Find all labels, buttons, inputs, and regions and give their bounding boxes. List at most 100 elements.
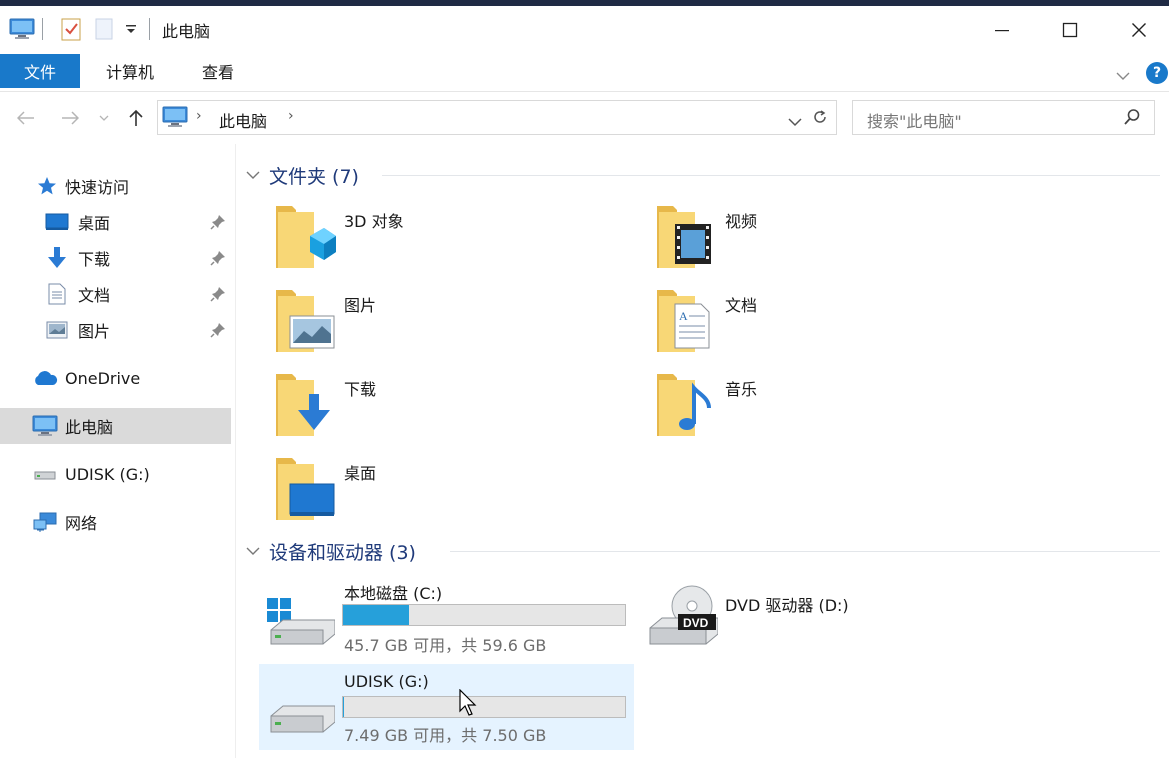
window-title: 此电脑 [162,22,211,41]
sidebar-item-network[interactable]: 网络 [0,504,231,540]
sidebar-item-pictures[interactable]: 图片 [0,312,231,348]
minimize-button[interactable] [979,12,1025,48]
folder-videos[interactable]: 视频 [655,202,955,278]
folder-documents[interactable]: A 文档 [655,286,955,362]
drive-g[interactable]: UDISK (G:) 7.49 GB 可用，共 7.50 GB [259,664,634,750]
group-divider [382,175,1160,176]
star-icon [34,175,60,197]
help-button[interactable]: ? [1146,62,1168,84]
toolbar-separator [149,18,150,40]
folder-music[interactable]: 音乐 [655,370,955,446]
folder-label: 桌面 [344,464,377,483]
folder-label: 图片 [344,296,377,315]
computer-icon [32,415,58,437]
sidebar-item-desktop[interactable]: 桌面 [0,204,231,240]
pin-icon[interactable] [210,286,226,302]
devices-group-header[interactable]: 设备和驱动器 (3) [269,536,416,566]
back-button[interactable] [14,106,38,130]
pin-icon[interactable] [210,214,226,230]
tab-computer[interactable]: 计算机 [90,54,170,88]
title-bar: 此电脑 [0,6,1169,50]
picture-icon [44,319,70,341]
windows-drive-icon [265,594,336,650]
up-button[interactable] [124,106,148,130]
sidebar-item-quick-access[interactable]: 快速访问 [0,168,231,204]
address-dropdown-icon[interactable] [788,112,802,127]
usb-drive-icon [32,463,58,485]
collapse-folders-icon[interactable] [246,160,266,190]
folder-downloads[interactable]: 下载 [274,370,574,446]
collapse-devices-icon[interactable] [246,536,266,566]
computer-icon[interactable] [8,16,36,42]
sidebar-item-onedrive[interactable]: OneDrive [0,360,231,396]
drive-d[interactable]: DVD DVD 驱动器 (D:) [644,572,894,658]
sidebar-label: 此电脑 [65,418,114,437]
drive-name: 本地磁盘 (C:) [344,584,443,603]
recent-locations-icon[interactable] [96,106,112,130]
folder-label: 文档 [725,296,758,315]
pin-icon[interactable] [210,322,226,338]
search-placeholder: 搜索"此电脑" [867,112,962,131]
sidebar-item-downloads[interactable]: 下载 [0,240,231,276]
dvd-drive-icon: DVD [648,584,719,648]
sidebar-item-udisk[interactable]: UDISK (G:) [0,456,231,492]
drive-free-space: 45.7 GB 可用，共 59.6 GB [344,636,547,655]
drive-name: DVD 驱动器 (D:) [725,596,849,615]
tab-view[interactable]: 查看 [180,54,256,88]
search-icon[interactable] [1123,108,1143,128]
sidebar-label: 网络 [65,514,98,533]
properties-icon[interactable] [58,16,84,42]
pictures-folder-icon [274,286,338,356]
sidebar-item-this-pc[interactable]: 此电脑 [0,408,231,444]
videos-icon [655,202,719,272]
downloads-folder-icon [274,370,338,440]
sidebar-label: 文档 [78,286,111,305]
drive-free-space: 7.49 GB 可用，共 7.50 GB [344,726,547,745]
desktop-icon [44,211,70,233]
sidebar-label: 快速访问 [65,178,130,197]
desktop-folder-icon [274,454,338,524]
navigation-pane: 快速访问 桌面 下载 文档 图片 OneDrive 此电脑 UDISK (G:)… [0,144,236,758]
maximize-button[interactable] [1047,12,1093,48]
drive-usage-bar [342,696,626,718]
sidebar-label: 桌面 [78,214,111,233]
breadcrumb-separator-icon: › [196,108,202,124]
sidebar-label: 图片 [78,322,111,341]
sidebar-label: UDISK (G:) [65,464,150,484]
music-folder-icon [655,370,719,440]
onedrive-icon [32,367,58,389]
download-icon [44,247,70,269]
network-icon [32,511,58,533]
sidebar-item-documents[interactable]: 文档 [0,276,231,312]
close-button[interactable] [1116,12,1162,48]
dvd-badge: DVD [683,616,709,630]
breadcrumb-this-pc[interactable]: 此电脑 [219,108,267,132]
new-folder-icon[interactable] [92,16,116,42]
drive-usage-bar [342,604,626,626]
customize-toolbar-icon[interactable] [122,16,140,42]
ribbon: 文件 计算机 查看 ? [0,50,1169,92]
refresh-icon[interactable] [812,109,830,127]
drive-name: UDISK (G:) [344,672,429,691]
search-input[interactable]: 搜索"此电脑" [852,100,1155,135]
documents-folder-icon: A [655,286,719,356]
folders-group-header[interactable]: 文件夹 (7) [269,160,359,190]
folder-label: 音乐 [725,380,758,399]
document-icon [44,283,70,305]
folder-label: 3D 对象 [344,212,404,231]
expand-ribbon-icon[interactable] [1116,66,1132,80]
pin-icon[interactable] [210,250,226,266]
svg-text:A: A [679,309,688,323]
breadcrumb-separator-icon[interactable]: › [288,108,294,124]
drive-usage-fill [343,605,409,625]
folder-desktop[interactable]: 桌面 [274,454,574,530]
mouse-cursor-icon [459,688,479,717]
forward-button[interactable] [58,106,82,130]
drive-c[interactable]: 本地磁盘 (C:) 45.7 GB 可用，共 59.6 GB [259,572,634,658]
sidebar-label: OneDrive [65,368,141,388]
folder-pictures[interactable]: 图片 [274,286,574,362]
3d-objects-icon [274,202,338,272]
address-bar[interactable]: › 此电脑 › [157,100,837,135]
folder-3d-objects[interactable]: 3D 对象 [274,202,574,278]
tab-file[interactable]: 文件 [0,54,80,88]
